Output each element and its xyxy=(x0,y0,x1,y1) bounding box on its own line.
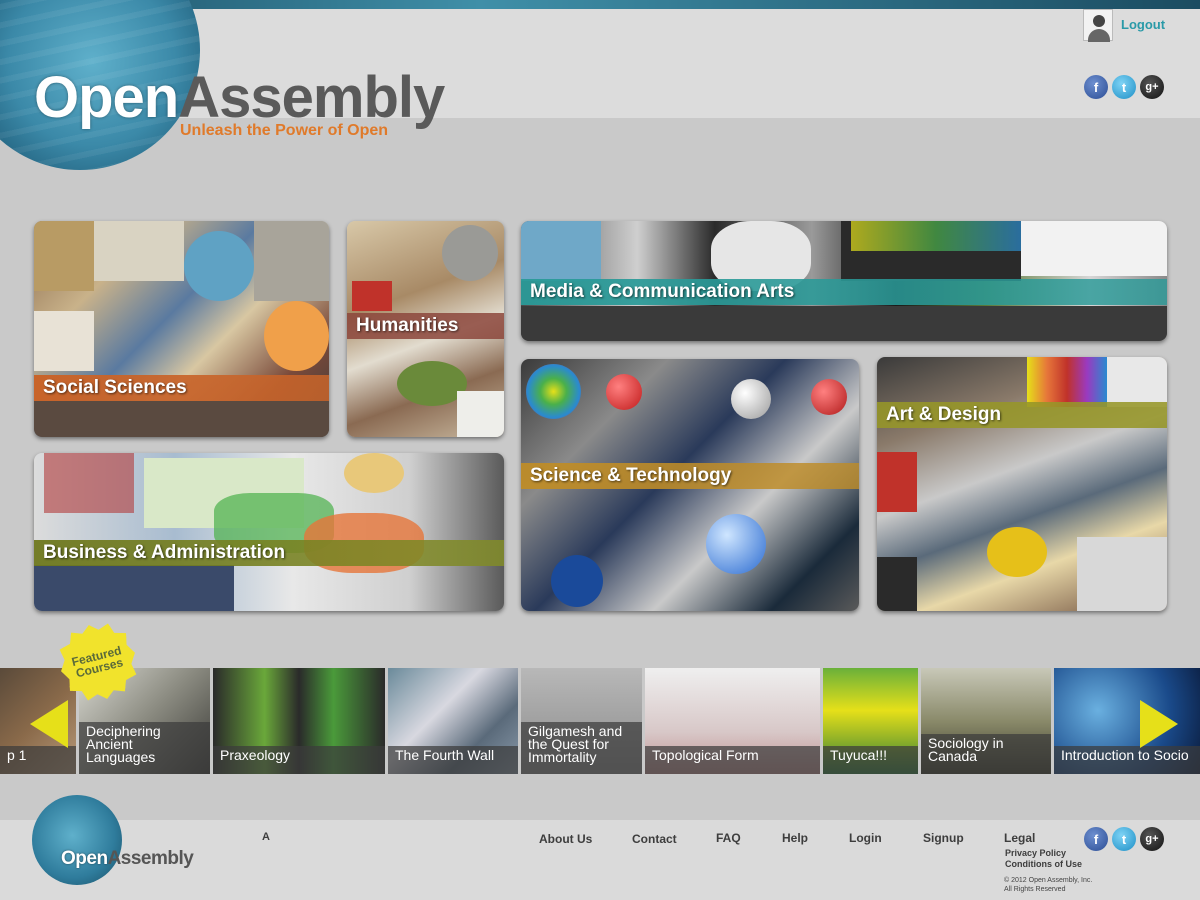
copyright-text: © 2012 Open Assembly, Inc. All Rights Re… xyxy=(1004,876,1092,894)
copyright-line-2: All Rights Reserved xyxy=(1004,886,1066,893)
category-tile-media[interactable]: Media & Communication Arts xyxy=(521,221,1167,341)
art-design-collage xyxy=(877,357,1167,611)
category-tile-art-design[interactable]: Art & Design xyxy=(877,357,1167,611)
course-card[interactable]: Introduction to Socio xyxy=(1054,668,1200,774)
science-label: Science & Technology xyxy=(521,463,859,489)
category-tile-humanities[interactable]: Humanities xyxy=(347,221,504,437)
footer-link-signup[interactable]: Signup xyxy=(923,831,964,845)
footer-logo-assembly: Assembly xyxy=(107,848,194,869)
footer-link-privacy[interactable]: Privacy Policy xyxy=(1005,848,1066,858)
logout-link[interactable]: Logout xyxy=(1121,17,1165,32)
course-card[interactable]: Sociology in Canada xyxy=(921,668,1054,774)
category-tile-social-sciences[interactable]: Social Sciences xyxy=(34,221,329,437)
course-title: p 1 xyxy=(0,746,76,774)
media-label: Media & Communication Arts xyxy=(521,279,1167,305)
facebook-icon[interactable]: f xyxy=(1084,827,1108,851)
footer-link-terms[interactable]: Conditions of Use xyxy=(1005,859,1082,869)
google-plus-icon[interactable]: g+ xyxy=(1140,827,1164,851)
course-title: Gilgamesh and the Quest for Immortality xyxy=(521,722,642,774)
social-sciences-label: Social Sciences xyxy=(34,375,329,401)
business-collage xyxy=(34,453,504,611)
course-title: Praxeology xyxy=(213,746,385,774)
user-avatar[interactable] xyxy=(1083,9,1113,42)
footer-social-links: f t g+ xyxy=(1084,827,1164,851)
course-card[interactable]: Praxeology xyxy=(213,668,388,774)
course-card[interactable]: Gilgamesh and the Quest for Immortality xyxy=(521,668,645,774)
avatar-head-icon xyxy=(1093,15,1105,27)
footer-globe-graphic xyxy=(32,795,122,885)
carousel-prev-arrow-icon[interactable] xyxy=(30,700,68,748)
carousel-next-arrow-icon[interactable] xyxy=(1140,700,1178,748)
footer-stray-text: A xyxy=(262,831,270,843)
social-sciences-collage xyxy=(34,221,329,437)
copyright-line-1: © 2012 Open Assembly, Inc. xyxy=(1004,877,1093,884)
twitter-icon[interactable]: t xyxy=(1112,827,1136,851)
logo-assembly-text: Assembly xyxy=(178,65,445,130)
footer-link-help[interactable]: Help xyxy=(782,831,808,845)
art-design-label: Art & Design xyxy=(877,402,1167,428)
business-label: Business & Administration xyxy=(34,540,504,566)
course-title: Deciphering Ancient Languages xyxy=(79,722,210,774)
footer-link-login[interactable]: Login xyxy=(849,831,882,845)
site-logo[interactable]: OpenAssembly xyxy=(34,65,445,130)
footer-link-contact[interactable]: Contact xyxy=(632,832,677,846)
course-title: The Fourth Wall xyxy=(388,746,518,774)
category-tile-business[interactable]: Business & Administration xyxy=(34,453,504,611)
course-title: Sociology in Canada xyxy=(921,734,1051,774)
footer-link-about[interactable]: About Us xyxy=(539,832,592,846)
google-plus-icon[interactable]: g+ xyxy=(1140,75,1164,99)
course-title: Topological Form xyxy=(645,746,820,774)
humanities-label: Humanities xyxy=(347,313,504,339)
course-card[interactable]: The Fourth Wall xyxy=(388,668,521,774)
course-card[interactable]: Tuyuca!!! xyxy=(823,668,921,774)
course-title: Introduction to Socio xyxy=(1054,746,1200,774)
twitter-icon[interactable]: t xyxy=(1112,75,1136,99)
footer-logo-open: Open xyxy=(61,848,108,869)
category-tile-science[interactable]: Science & Technology xyxy=(521,359,859,611)
tagline: Unleash the Power of Open xyxy=(180,122,389,139)
header-social-links: f t g+ xyxy=(1084,75,1164,99)
footer-link-legal[interactable]: Legal xyxy=(1004,831,1035,845)
logo-open-text: Open xyxy=(34,65,179,130)
avatar-shoulders-icon xyxy=(1088,29,1110,42)
facebook-icon[interactable]: f xyxy=(1084,75,1108,99)
course-card[interactable]: Topological Form xyxy=(645,668,823,774)
footer-logo[interactable]: OpenAssembly xyxy=(61,848,194,870)
footer-link-faq[interactable]: FAQ xyxy=(716,831,741,845)
course-title: Tuyuca!!! xyxy=(823,746,918,774)
featured-courses-strip: p 1 Deciphering Ancient Languages Praxeo… xyxy=(0,668,1200,774)
